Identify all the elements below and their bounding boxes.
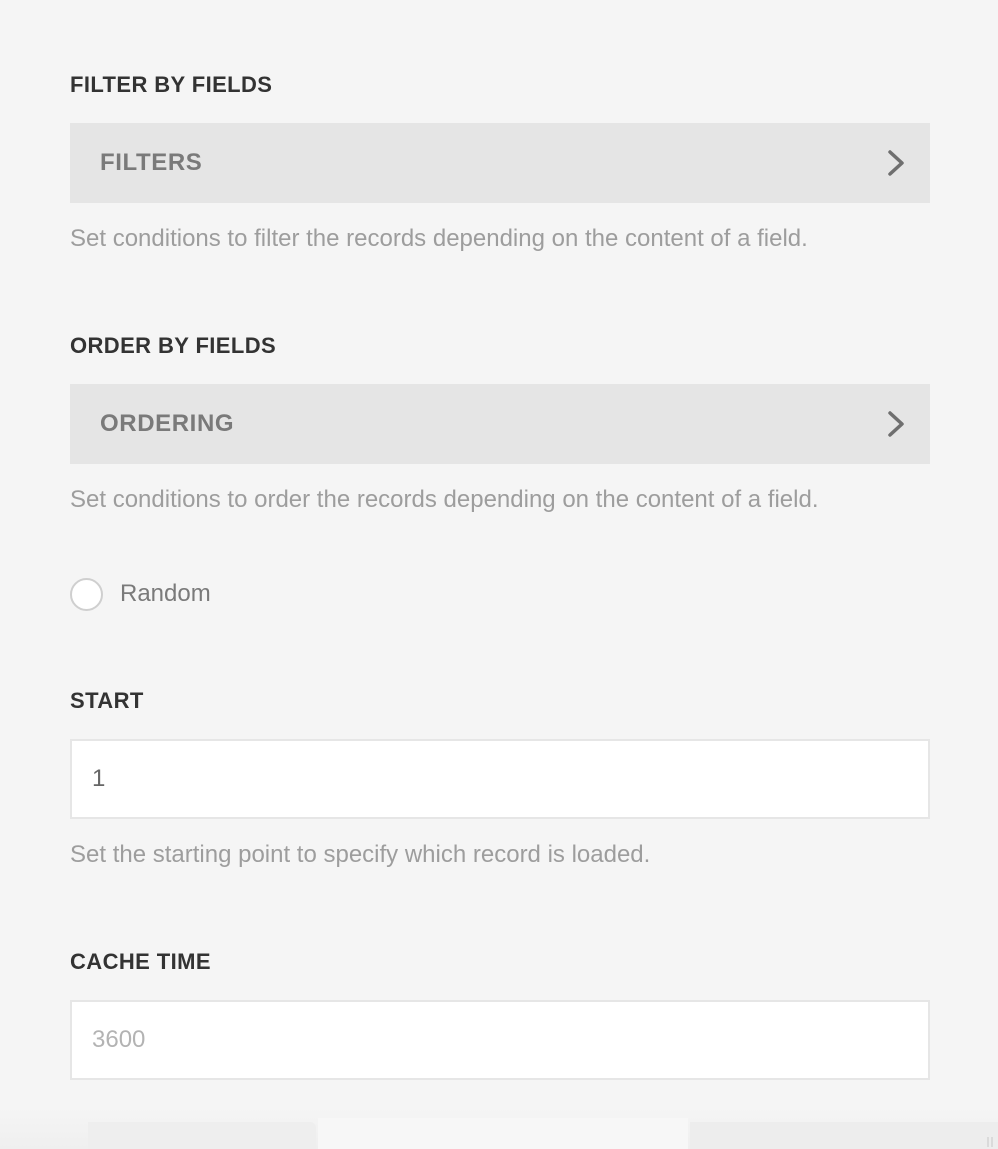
start-help-text: Set the starting point to specify which … [70,841,651,868]
filter-section-title: FILTER BY FIELDS [70,72,273,97]
filters-button-label: FILTERS [100,149,203,176]
bottom-toolbar-edge [0,1108,998,1149]
random-option[interactable]: Random [70,576,211,612]
cache-time-section-title: CACHE TIME [70,949,211,974]
toolbar-segment [318,1118,688,1149]
start-input[interactable] [70,739,930,819]
ordering-help-text: Set conditions to order the records depe… [70,486,819,513]
filters-button[interactable]: FILTERS [70,123,930,203]
chevron-right-icon [888,150,904,176]
start-section-title: START [70,688,144,713]
chevron-right-icon [888,411,904,437]
random-radio[interactable] [70,577,103,611]
ordering-button-label: ORDERING [100,410,235,437]
resize-grip-icon[interactable] [986,1137,994,1147]
toolbar-segment [88,1122,316,1149]
toolbar-segment [690,1122,998,1149]
random-label: Random [120,580,211,607]
cache-time-input[interactable] [70,1000,930,1080]
ordering-button[interactable]: ORDERING [70,384,930,464]
filters-help-text: Set conditions to filter the records dep… [70,225,808,252]
order-section-title: ORDER BY FIELDS [70,333,277,358]
